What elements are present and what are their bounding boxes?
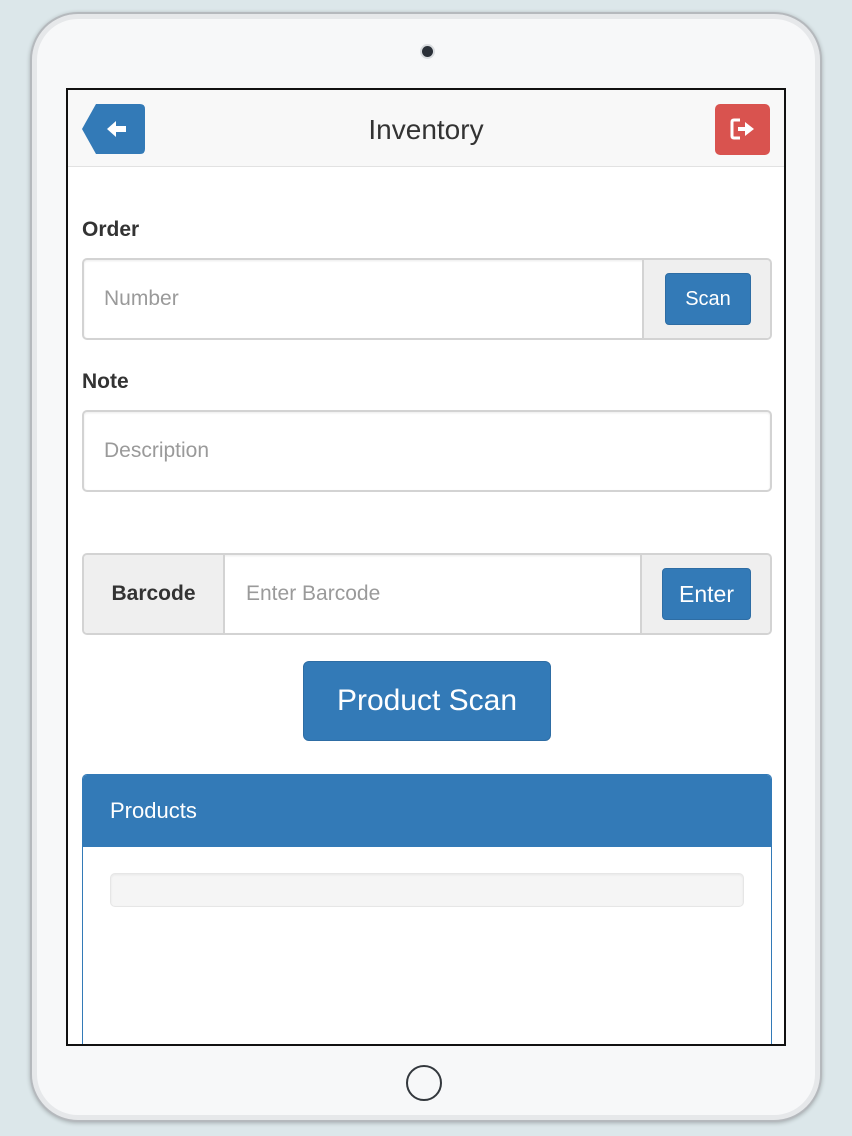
products-panel-title: Products — [83, 775, 771, 847]
barcode-input-group: Barcode Enter — [82, 553, 772, 635]
order-scan-addon: Scan — [642, 260, 770, 338]
note-label: Note — [82, 370, 129, 393]
arrow-left-icon — [82, 104, 145, 154]
sign-out-icon — [730, 118, 754, 140]
barcode-addon-label: Barcode — [84, 555, 225, 633]
order-scan-button[interactable]: Scan — [665, 273, 751, 325]
order-number-input[interactable] — [104, 260, 653, 338]
barcode-enter-button[interactable]: Enter — [662, 568, 751, 620]
home-button[interactable] — [406, 1065, 442, 1101]
camera-dot — [422, 46, 433, 57]
page-title: Inventory — [368, 114, 484, 145]
products-panel: Products — [82, 774, 772, 1044]
product-scan-button[interactable]: Product Scan — [303, 661, 551, 741]
app-screen: Inventory Order Scan Note Barcode — [66, 88, 786, 1046]
back-button[interactable] — [82, 104, 145, 154]
order-input-group: Scan — [82, 258, 772, 340]
order-label: Order — [82, 218, 140, 241]
products-progress-bar — [110, 873, 744, 907]
logout-button[interactable] — [715, 104, 770, 155]
barcode-enter-addon: Enter — [640, 555, 770, 633]
note-input-group — [82, 410, 772, 492]
barcode-input[interactable] — [246, 555, 626, 633]
top-navbar: Inventory — [68, 90, 784, 167]
note-description-input[interactable] — [104, 412, 744, 490]
